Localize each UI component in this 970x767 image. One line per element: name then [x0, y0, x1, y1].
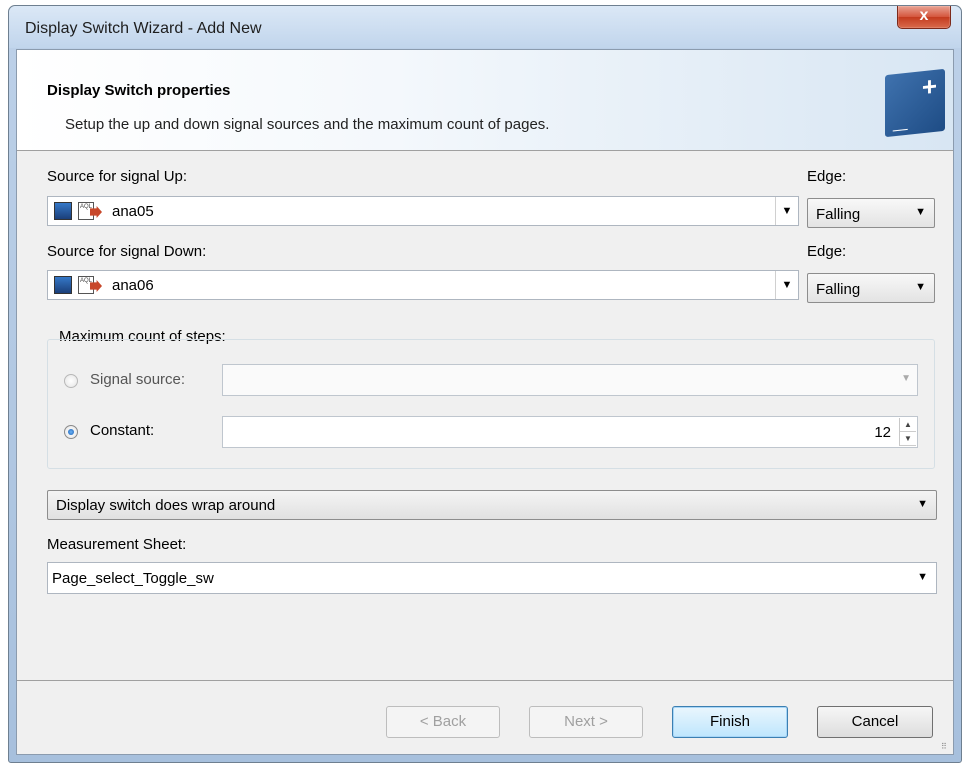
- signal-source-radio[interactable]: [64, 374, 78, 388]
- wizard-client-area: Display Switch properties Setup the up a…: [16, 49, 954, 755]
- constant-input[interactable]: 12 ▲ ▼: [222, 416, 918, 448]
- measurement-sheet-combo[interactable]: Page_select_Toggle_sw ▼: [47, 562, 937, 594]
- constant-value: 12: [874, 424, 891, 441]
- signal-source-label: Signal source:: [90, 371, 186, 388]
- wizard-header: Display Switch properties Setup the up a…: [17, 50, 953, 151]
- spin-up-icon[interactable]: ▲: [900, 418, 916, 432]
- chevron-down-icon[interactable]: ▼: [917, 571, 928, 583]
- constant-spinner[interactable]: ▲ ▼: [899, 418, 916, 446]
- wrap-around-select[interactable]: Display switch does wrap around ▼: [47, 490, 937, 520]
- finish-button[interactable]: Finish: [672, 706, 788, 738]
- chevron-down-icon: ▼: [915, 206, 926, 218]
- display-icon: [54, 202, 72, 220]
- signal-up-edge-label: Edge:: [807, 168, 847, 185]
- chevron-down-icon[interactable]: ▼: [775, 197, 798, 225]
- signal-down-edge-value: Falling: [816, 281, 861, 298]
- signal-down-edge-label: Edge:: [807, 243, 847, 260]
- chevron-down-icon: ▼: [901, 373, 911, 384]
- signal-down-edge-select[interactable]: Falling ▼: [807, 273, 935, 303]
- constant-radio[interactable]: [64, 425, 78, 439]
- signal-up-edge-value: Falling: [816, 206, 861, 223]
- chevron-down-icon[interactable]: ▼: [775, 271, 798, 299]
- chevron-down-icon: ▼: [915, 281, 926, 293]
- display-icon: [54, 276, 72, 294]
- back-button[interactable]: < Back: [386, 706, 500, 738]
- signal-up-combo[interactable]: AQL ana05 ▼: [47, 196, 799, 226]
- chevron-down-icon: ▼: [917, 498, 928, 510]
- max-steps-group: Signal source: ▼ Constant: 12 ▲ ▼: [47, 339, 935, 469]
- page-subtitle: Setup the up and down signal sources and…: [65, 116, 550, 133]
- analog-signal-icon: AQL: [78, 202, 102, 220]
- next-button[interactable]: Next >: [529, 706, 643, 738]
- signal-down-value: ana06: [112, 277, 154, 294]
- signal-up-value: ana05: [112, 203, 154, 220]
- analog-signal-icon: AQL: [78, 276, 102, 294]
- close-button[interactable]: x: [897, 6, 951, 29]
- cancel-button[interactable]: Cancel: [817, 706, 933, 738]
- title-bar: Display Switch Wizard - Add New x: [9, 6, 961, 48]
- spin-down-icon[interactable]: ▼: [900, 432, 916, 446]
- signal-up-label: Source for signal Up:: [47, 168, 188, 185]
- wizard-window: Display Switch Wizard - Add New x Displa…: [8, 5, 962, 763]
- wrap-around-value: Display switch does wrap around: [56, 497, 276, 514]
- resize-grip-icon[interactable]: ⠿: [941, 742, 951, 752]
- signal-down-label: Source for signal Down:: [47, 243, 207, 260]
- measurement-sheet-label: Measurement Sheet:: [47, 536, 187, 553]
- constant-label: Constant:: [90, 422, 155, 439]
- signal-source-combo[interactable]: ▼: [222, 364, 918, 396]
- signal-down-combo[interactable]: AQL ana06 ▼: [47, 270, 799, 300]
- signal-up-edge-select[interactable]: Falling ▼: [807, 198, 935, 228]
- page-title: Display Switch properties: [47, 82, 231, 99]
- window-title: Display Switch Wizard - Add New: [25, 20, 262, 37]
- wizard-add-icon: + _: [885, 68, 945, 138]
- footer-divider: [17, 680, 953, 681]
- measurement-sheet-value: Page_select_Toggle_sw: [52, 570, 214, 587]
